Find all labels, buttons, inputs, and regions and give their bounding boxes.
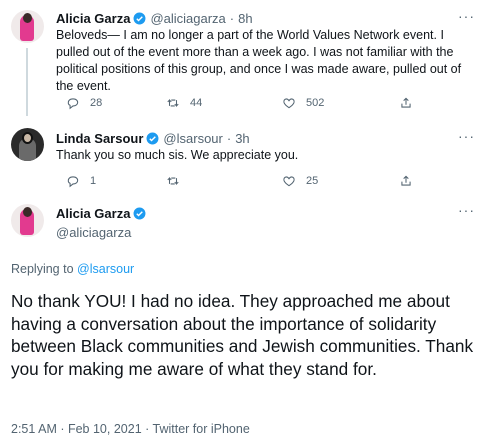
replying-prefix: Replying to <box>11 262 74 276</box>
tweet-alicia-main: Alicia Garza @aliciagarza ··· Replying t… <box>0 0 493 443</box>
tweet-timestamp[interactable]: 2:51 AM · Feb 10, 2021 · Twitter for iPh… <box>11 422 250 436</box>
tweet-text: No thank YOU! I had no idea. They approa… <box>11 291 474 379</box>
avatar[interactable] <box>11 204 44 237</box>
replying-to: Replying to @lsarsour <box>11 262 134 276</box>
more-icon[interactable]: ··· <box>458 202 475 218</box>
verified-icon <box>133 207 146 220</box>
author-name[interactable]: Alicia Garza <box>56 206 130 221</box>
replying-to-link[interactable]: @lsarsour <box>77 262 134 276</box>
author-name-row: Alicia Garza <box>56 206 146 221</box>
author-handle[interactable]: @aliciagarza <box>56 225 131 240</box>
